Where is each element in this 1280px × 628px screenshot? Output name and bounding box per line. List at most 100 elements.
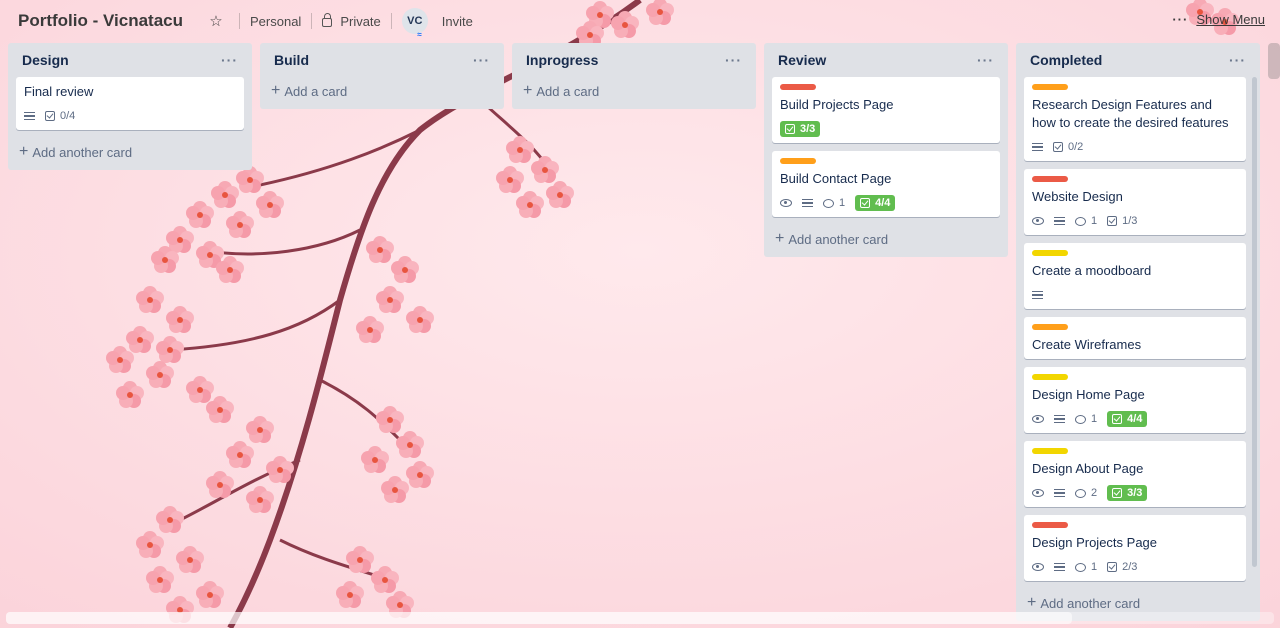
description-badge — [1054, 489, 1065, 497]
comments-badge: 1 — [1075, 413, 1097, 425]
list-title[interactable]: Review — [778, 52, 826, 68]
more-icon[interactable]: ··· — [221, 52, 238, 68]
card-label-yellow[interactable] — [1032, 250, 1068, 256]
card-label-red[interactable] — [1032, 522, 1068, 528]
card-badges: 2 3/3 — [1032, 484, 1238, 502]
comments-badge: 1 — [1075, 215, 1097, 227]
card-label-orange[interactable] — [780, 158, 816, 164]
card[interactable]: Final review 0/4 — [16, 77, 244, 130]
board-title[interactable]: Portfolio - Vicnatacu — [18, 11, 183, 31]
card-badges: 3/3 — [780, 120, 992, 138]
list-scrollbar[interactable] — [1252, 77, 1257, 567]
scrollbar-thumb[interactable] — [6, 612, 1072, 624]
card-label-orange[interactable] — [1032, 324, 1068, 330]
add-card-button[interactable]: + Add a card — [520, 77, 748, 105]
plus-icon: + — [523, 82, 533, 99]
add-card-label: Add another card — [32, 144, 133, 160]
board-header: Portfolio - Vicnatacu ☆ Personal Private… — [0, 0, 1280, 42]
card[interactable]: Design Projects Page 1 2/3 — [1024, 515, 1246, 581]
list-title[interactable]: Completed — [1030, 52, 1102, 68]
checklist-icon — [1107, 562, 1118, 572]
comment-icon — [1075, 414, 1086, 424]
card-badges: 0/2 — [1032, 138, 1238, 156]
show-menu-button[interactable]: ··· Show Menu — [1172, 12, 1265, 27]
comment-count: 2 — [1091, 487, 1098, 499]
checklist-count: 0/4 — [60, 110, 76, 122]
avatar[interactable]: VC — [401, 8, 428, 39]
add-card-label: Add another card — [1040, 595, 1141, 611]
comments-badge: 1 — [823, 197, 845, 209]
card[interactable]: Website Design 1 1/3 — [1024, 169, 1246, 235]
checklist-count: 0/2 — [1068, 141, 1084, 153]
header-divider — [239, 13, 240, 29]
eye-icon — [1032, 415, 1044, 423]
eye-icon — [1032, 563, 1044, 571]
list-title[interactable]: Inprogress — [526, 52, 598, 68]
checklist-icon — [860, 198, 871, 208]
list-header: Design ··· — [16, 43, 244, 77]
board-horizontal-scrollbar[interactable] — [6, 612, 1274, 624]
card-label-yellow[interactable] — [1032, 374, 1068, 380]
checklist-count: 3/3 — [800, 123, 816, 135]
card-label-yellow[interactable] — [1032, 448, 1068, 454]
card-badges: 1 4/4 — [780, 194, 992, 212]
watching-badge — [1032, 217, 1044, 225]
list-design: Design ··· Final review 0/4 + Add anothe… — [8, 43, 252, 170]
card[interactable]: Create Wireframes — [1024, 317, 1246, 359]
list-title[interactable]: Design — [22, 52, 69, 68]
add-card-button[interactable]: + Add another card — [772, 225, 1000, 253]
watching-badge — [1032, 563, 1044, 571]
card-label-red[interactable] — [780, 84, 816, 90]
page-vertical-scrollbar[interactable] — [1268, 43, 1280, 79]
card[interactable]: Build Projects Page 3/3 — [772, 77, 1000, 143]
more-icon[interactable]: ··· — [1229, 52, 1246, 68]
list-title[interactable]: Build — [274, 52, 309, 68]
description-badge — [802, 199, 813, 207]
more-icon: ··· — [1172, 12, 1189, 27]
checklist-badge: 3/3 — [780, 121, 821, 137]
comment-icon — [1075, 562, 1086, 572]
more-icon[interactable]: ··· — [725, 52, 742, 68]
add-card-button[interactable]: + Add another card — [16, 138, 244, 166]
card[interactable]: Research Design Features and how to crea… — [1024, 77, 1246, 161]
checklist-icon — [1112, 488, 1123, 498]
star-icon[interactable]: ☆ — [205, 12, 227, 30]
list-header: Build ··· — [268, 43, 496, 77]
card-label-red[interactable] — [1032, 176, 1068, 182]
workspace-button[interactable]: Personal — [250, 7, 301, 35]
card-title: Design Home Page — [1032, 387, 1145, 402]
comment-count: 1 — [839, 197, 846, 209]
description-badge — [1032, 291, 1043, 299]
card-title: Build Contact Page — [780, 171, 892, 186]
card-container: Research Design Features and how to crea… — [1024, 77, 1246, 581]
card[interactable]: Design Home Page 1 4/4 — [1024, 367, 1246, 433]
comments-badge: 1 — [1075, 561, 1097, 573]
plus-icon: + — [775, 230, 785, 247]
card[interactable]: Build Contact Page 1 4/4 — [772, 151, 1000, 217]
checklist-badge: 1/3 — [1107, 215, 1137, 227]
description-icon — [1054, 217, 1065, 225]
list-inprogress: Inprogress ··· + Add a card — [512, 43, 756, 109]
more-icon[interactable]: ··· — [977, 52, 994, 68]
list-header: Completed ··· — [1024, 43, 1252, 77]
checklist-badge: 0/2 — [1053, 141, 1083, 153]
card-badges — [1032, 286, 1238, 304]
header-divider — [311, 13, 313, 29]
more-icon[interactable]: ··· — [473, 52, 490, 68]
visibility-button[interactable]: Private — [322, 7, 381, 35]
checklist-badge: 3/3 — [1107, 485, 1148, 501]
description-icon — [1054, 489, 1065, 497]
description-icon — [1032, 291, 1043, 299]
list-header: Inprogress ··· — [520, 43, 748, 77]
add-card-label: Add another card — [788, 231, 889, 247]
card[interactable]: Design About Page 2 3/3 — [1024, 441, 1246, 507]
card-label-orange[interactable] — [1032, 84, 1068, 90]
comments-badge: 2 — [1075, 487, 1097, 499]
description-icon — [1054, 563, 1065, 571]
add-card-button[interactable]: + Add a card — [268, 77, 496, 105]
card-badges: 1 1/3 — [1032, 212, 1238, 230]
header-divider — [390, 13, 392, 29]
card[interactable]: Create a moodboard — [1024, 243, 1246, 309]
card-title: Design About Page — [1032, 461, 1144, 476]
invite-button[interactable]: Invite — [442, 7, 473, 35]
